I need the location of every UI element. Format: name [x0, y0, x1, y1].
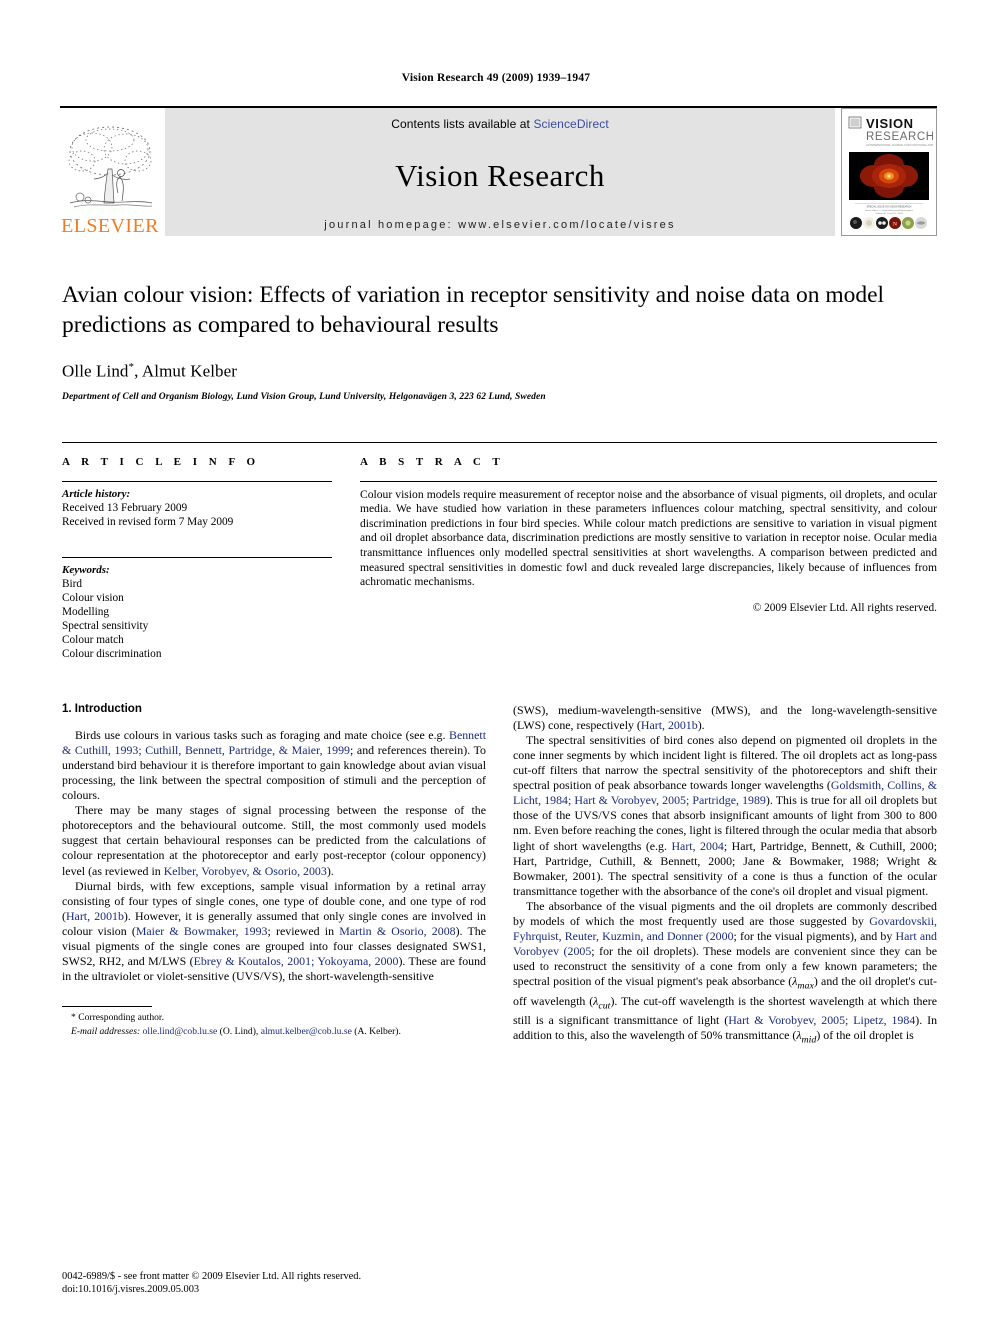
issn-line: 0042-6989/$ - see front matter © 2009 El…: [62, 1271, 362, 1282]
citation-link[interactable]: Kelber, Vorobyev, & Osorio, 2003: [164, 864, 327, 878]
body-text: ; for the visual pigments), and by: [733, 929, 896, 944]
paragraph: The spectral sensitivities of bird cones…: [513, 733, 937, 899]
running-head: Vision Research 49 (2009) 1939–1947: [401, 72, 591, 84]
paragraph: The absorbance of the visual pigments an…: [513, 899, 937, 1048]
paragraph: (SWS), medium-wavelength-sensitive (MWS)…: [513, 703, 937, 733]
email-link-kelber[interactable]: almut.kelber@cob.lu.se: [261, 1026, 352, 1037]
math-symbol: λmax: [792, 974, 814, 992]
abstract-heading: A B S T R A C T: [360, 455, 505, 468]
keywords-label: Keywords:: [62, 563, 110, 576]
left-column: 1. Introduction Birds use colours in var…: [62, 703, 486, 1048]
svg-text:RESEARCH: RESEARCH: [866, 131, 933, 143]
abstract-column: A B S T R A C T Colour vision models req…: [360, 456, 937, 661]
email-label: E-mail addresses:: [71, 1025, 141, 1037]
math-symbol: λmid: [796, 1028, 817, 1046]
footnote-divider: [62, 1006, 152, 1008]
svg-text:SPECIAL ISSUE ON VISION RESEAR: SPECIAL ISSUE ON VISION RESEARCH: [867, 206, 912, 209]
body-text: (SWS), medium-wavelength-sensitive (MWS)…: [513, 702, 937, 732]
author-secondary: , Almut Kelber: [134, 361, 238, 381]
keyword-item: Spectral sensitivity: [62, 619, 149, 632]
svg-text:N: N: [893, 222, 897, 228]
sciencedirect-link[interactable]: ScienceDirect: [533, 117, 608, 131]
citation-link[interactable]: Maier & Bowmaker, 1993: [136, 924, 268, 938]
abstract-text: Colour vision models require measurement…: [360, 487, 937, 589]
doi-line: doi:10.1016/j.visres.2009.05.003: [62, 1284, 200, 1295]
journal-cover-thumbnail: VISION RESEARCH AN INTERNATIONAL JOURNAL…: [841, 108, 937, 236]
title-block: Avian colour vision: Effects of variatio…: [62, 280, 932, 402]
cover-artwork: VISION RESEARCH AN INTERNATIONAL JOURNAL…: [845, 112, 933, 232]
issn-footer: 0042-6989/$ - see front matter © 2009 El…: [62, 1270, 361, 1296]
body-text: ) of the oil droplet is: [816, 1028, 914, 1043]
contents-available-line: Contents lists available at ScienceDirec…: [391, 117, 609, 131]
email-addresses-note: E-mail addresses: olle.lind@cob.lu.se (O…: [62, 1026, 486, 1038]
article-history-item: Received in revised form 7 May 2009: [62, 515, 234, 528]
author-list: Olle Lind*, Almut Kelber: [62, 361, 932, 382]
math-symbol: λcut: [593, 993, 611, 1012]
keyword-item: Colour discrimination: [62, 647, 162, 660]
email-name-lind: (O. Lind),: [217, 1025, 261, 1037]
keywords-divider: [62, 556, 332, 558]
svg-text:VISION: VISION: [866, 116, 914, 131]
body-text: ; reviewed in: [267, 923, 340, 938]
footnotes-block: * Corresponding author. E-mail addresses…: [62, 1001, 486, 1038]
svg-text:AN INTERNATIONAL JOURNAL FOR F: AN INTERNATIONAL JOURNAL FOR FUNCTIONAL …: [866, 143, 933, 147]
right-column-paragraphs: (SWS), medium-wavelength-sensitive (MWS)…: [513, 703, 937, 1048]
introduction-heading: 1. Introduction: [62, 702, 142, 715]
body-text: ).: [697, 717, 705, 732]
masthead-center-panel: Contents lists available at ScienceDirec…: [165, 108, 835, 236]
right-column: (SWS), medium-wavelength-sensitive (MWS)…: [513, 703, 937, 1048]
journal-homepage-line[interactable]: journal homepage: www.elsevier.com/locat…: [324, 219, 675, 231]
paragraph: Birds use colours in various tasks such …: [62, 728, 486, 803]
body-columns: 1. Introduction Birds use colours in var…: [62, 703, 937, 1048]
citation-link[interactable]: Hart, 2001b: [66, 909, 124, 923]
info-divider: [62, 480, 332, 482]
citation-link[interactable]: Ebrey & Koutalos, 2001; Yokoyama, 2000: [194, 954, 399, 968]
journal-title: Vision Research: [395, 158, 605, 193]
elsevier-logo: ELSEVIER: [60, 108, 160, 236]
citation-link[interactable]: Hart & Vorobyev, 2005; Lipetz, 1984: [728, 1013, 915, 1027]
citation-link[interactable]: Hart, 2001b: [641, 718, 698, 732]
elsevier-tree-icon: [68, 126, 153, 208]
keyword-item: Colour match: [62, 633, 124, 646]
left-column-paragraphs: Birds use colours in various tasks such …: [62, 728, 486, 985]
paragraph: Diurnal birds, with few exceptions, samp…: [62, 879, 486, 985]
body-text: Birds use colours in various tasks such …: [75, 727, 450, 742]
keywords-block: Keywords: Bird Colour vision Modelling S…: [62, 556, 332, 661]
svg-text:Guest editors — colour vision: Guest editors — colour vision and photor…: [865, 209, 914, 212]
paper-title: Avian colour vision: Effects of variatio…: [62, 282, 885, 338]
contents-prefix: Contents lists available at: [391, 117, 534, 131]
article-history-item: Received 13 February 2009: [62, 501, 188, 514]
citation-link[interactable]: Hart, 2004: [671, 839, 723, 853]
keyword-item: Bird: [62, 577, 83, 590]
abstract-divider: [360, 480, 937, 482]
body-text: ).: [326, 863, 334, 878]
paper-page: Vision Research 49 (2009) 1939–1947 ELSE…: [0, 0, 992, 1323]
article-history-label: Article history:: [62, 487, 131, 500]
paragraph: There may be many stages of signal proce…: [62, 803, 486, 878]
keyword-item: Colour vision: [62, 591, 124, 604]
svg-text:Volume 49 · Issue 15 · 2009: Volume 49 · Issue 15 · 2009: [875, 213, 903, 215]
article-info-heading: A R T I C L E I N F O: [62, 455, 260, 468]
corresponding-author-note: * Corresponding author.: [71, 1012, 164, 1024]
journal-masthead: ELSEVIER Contents lists available at Sci…: [60, 106, 937, 240]
keyword-item: Modelling: [62, 605, 110, 618]
info-abstract-block: A R T I C L E I N F O Article history: R…: [62, 441, 937, 661]
elsevier-wordmark: ELSEVIER: [61, 215, 159, 237]
email-link-lind[interactable]: olle.lind@cob.lu.se: [143, 1026, 218, 1037]
author-primary: Olle Lind: [62, 361, 129, 381]
email-name-kelber: (A. Kelber).: [351, 1025, 401, 1037]
article-info-column: A R T I C L E I N F O Article history: R…: [62, 456, 360, 661]
affiliation: Department of Cell and Organism Biology,…: [62, 391, 546, 402]
citation-link[interactable]: Martin & Osorio, 2008: [339, 924, 455, 938]
copyright-line: © 2009 Elsevier Ltd. All rights reserved…: [752, 601, 937, 614]
